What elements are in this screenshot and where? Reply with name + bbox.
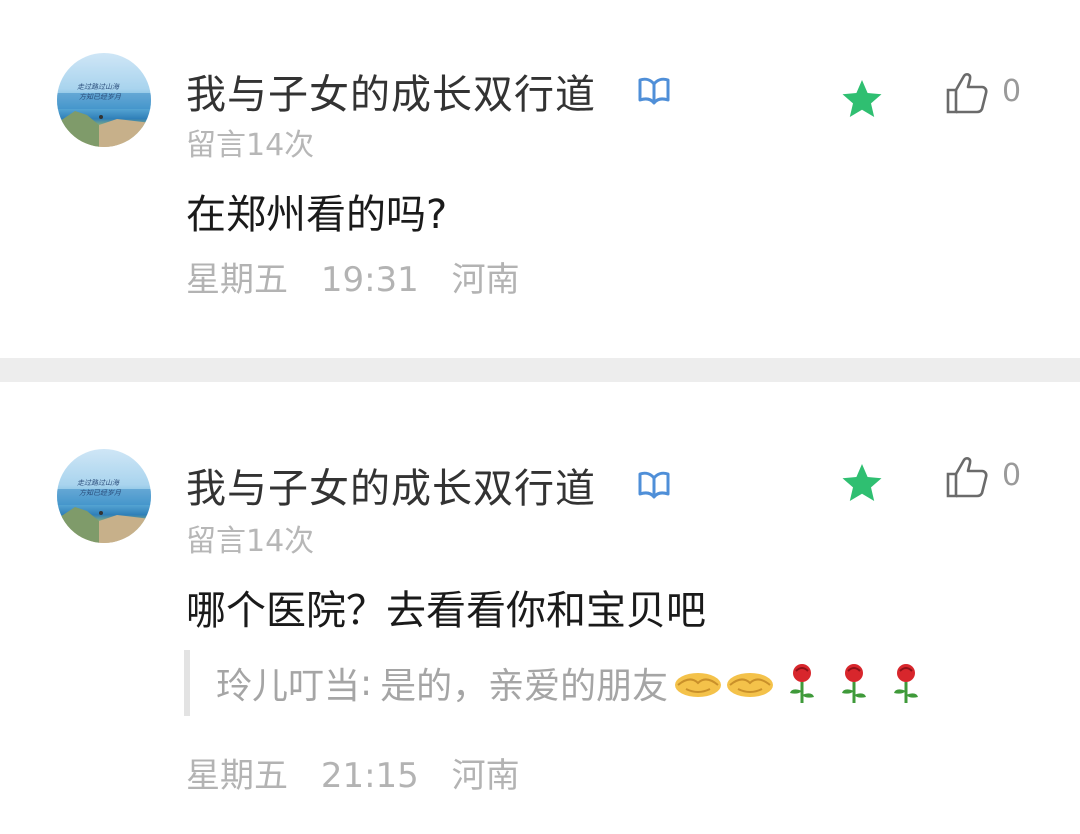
- star-icon[interactable]: [840, 78, 884, 120]
- rose-emoji: [894, 664, 919, 703]
- reply-emojis: [672, 661, 932, 705]
- thumbs-up-icon: [946, 457, 988, 498]
- author-name[interactable]: 我与子女的成长双行道: [186, 62, 596, 120]
- comment-text: 哪个医院？去看看你和宝贝吧: [186, 588, 706, 634]
- comment-card: 走过路过山海 方知已经岁月 我与子女的成长双行道 留言14次 0 在郑州看的吗?…: [0, 0, 1080, 358]
- book-badge-icon: [638, 471, 670, 499]
- comment-day: 星期五: [186, 260, 288, 300]
- comment-meta: 星期五 21:15 河南: [186, 748, 542, 797]
- message-count: 留言14次: [186, 128, 315, 163]
- like-button[interactable]: 0: [944, 454, 1034, 502]
- svg-text:走过路过山海: 走过路过山海: [77, 83, 120, 91]
- book-badge-icon: [638, 77, 670, 105]
- handshake-emoji: [727, 673, 774, 697]
- rose-emoji: [842, 664, 867, 703]
- comment-location: 河南: [451, 756, 520, 796]
- comment-time: 21:15: [320, 756, 419, 796]
- svg-text:方知已经岁月: 方知已经岁月: [79, 93, 122, 101]
- avatar[interactable]: 走过路过山海 方知已经岁月: [57, 449, 151, 543]
- svg-text:走过路过山海: 走过路过山海: [77, 479, 120, 487]
- reply-text: 是的，亲爱的朋友: [380, 666, 669, 707]
- section-divider: [0, 358, 1080, 382]
- comment-meta: 星期五 19:31 河南: [186, 252, 542, 301]
- svg-text:方知已经岁月: 方知已经岁月: [79, 489, 122, 497]
- author-reply: 玲儿叮当 : 是的，亲爱的朋友: [184, 650, 932, 716]
- rose-emoji: [790, 664, 815, 703]
- avatar[interactable]: 走过路过山海 方知已经岁月: [57, 53, 151, 147]
- message-count: 留言14次: [186, 524, 315, 559]
- star-icon[interactable]: [840, 462, 884, 504]
- author-name[interactable]: 我与子女的成长双行道: [186, 456, 596, 514]
- comment-text: 在郑州看的吗?: [186, 192, 448, 238]
- comment-card: 走过路过山海 方知已经岁月 我与子女的成长双行道 留言14次 0 哪个医院？去看…: [0, 382, 1080, 834]
- like-count: 0: [1002, 458, 1022, 493]
- reply-author: 玲儿叮当: [216, 666, 361, 707]
- reply-separator: :: [360, 662, 373, 704]
- like-button[interactable]: 0: [944, 70, 1034, 118]
- comment-time: 19:31: [320, 260, 419, 300]
- like-count: 0: [1002, 74, 1022, 109]
- thumbs-up-icon: [946, 73, 988, 114]
- comment-day: 星期五: [186, 756, 288, 796]
- handshake-emoji: [675, 673, 722, 697]
- comment-location: 河南: [451, 260, 520, 300]
